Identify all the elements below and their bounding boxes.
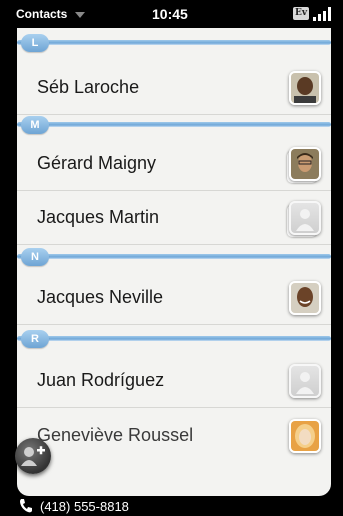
person-placeholder-icon: [289, 201, 321, 235]
section-divider-l: L: [17, 34, 331, 52]
person-photo-icon: [289, 281, 321, 315]
contact-row[interactable]: Gérard Maigny: [17, 137, 331, 191]
contact-name: Séb Laroche: [37, 77, 140, 97]
add-contact-icon: [21, 446, 45, 466]
contact-name: Gérard Maigny: [37, 153, 157, 173]
clock: 10:45: [152, 6, 188, 22]
network-type-badge: Ev: [293, 7, 309, 20]
add-contact-button[interactable]: [15, 438, 51, 474]
section-letter: R: [21, 330, 49, 348]
contact-name: Geneviève Roussel: [37, 425, 194, 445]
person-photo-icon: [289, 147, 321, 181]
contact-row[interactable]: Geneviève Roussel: [17, 409, 331, 463]
section-divider-m: M: [17, 116, 331, 134]
app-menu-label: Contacts: [16, 7, 68, 21]
chevron-down-icon: [75, 12, 86, 18]
contact-row[interactable]: Jacques Martin: [17, 191, 331, 245]
contact-list[interactable]: L Séb Laroche M Gérard Maigny Jacques Ma…: [17, 28, 331, 496]
section-divider-n: N: [17, 248, 331, 266]
status-bar: Contacts 10:45 Ev: [0, 0, 343, 28]
contact-row[interactable]: Séb Laroche: [17, 61, 331, 115]
section-divider-r: R: [17, 330, 331, 348]
phone-icon: [20, 499, 32, 513]
contact-name: Jacques Martin: [37, 207, 160, 227]
contact-name: Juan Rodríguez: [37, 370, 165, 390]
section-letter: N: [21, 248, 49, 266]
phone-number[interactable]: (418) 555-8818: [40, 499, 129, 514]
person-placeholder-icon: [289, 364, 321, 398]
contact-row[interactable]: Jacques Neville: [17, 271, 331, 325]
person-photo-icon: [289, 419, 321, 453]
bottom-bar: (418) 555-8818: [0, 496, 343, 516]
section-letter: L: [21, 34, 49, 52]
section-letter: M: [21, 116, 49, 134]
contact-row[interactable]: Juan Rodríguez: [17, 354, 331, 408]
person-photo-icon: [289, 71, 321, 105]
app-menu[interactable]: Contacts: [16, 5, 91, 23]
contact-name: Jacques Neville: [37, 287, 164, 307]
signal-strength-icon: [313, 7, 331, 21]
